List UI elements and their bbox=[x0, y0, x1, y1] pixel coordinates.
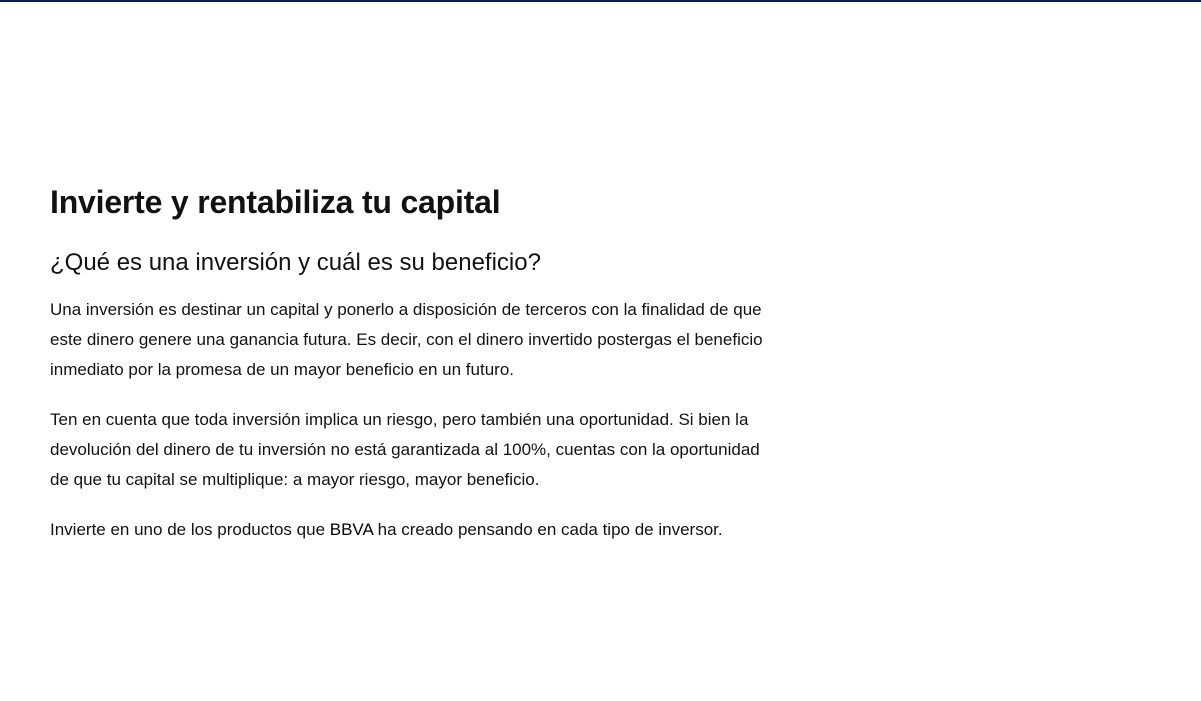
top-border-line bbox=[0, 0, 1201, 2]
products-paragraph: Invierte en uno de los productos que BBV… bbox=[50, 515, 780, 545]
brand-name: BBVA bbox=[329, 520, 373, 539]
risk-paragraph: Ten en cuenta que toda inversión implica… bbox=[50, 410, 760, 489]
section-subtitle: ¿Qué es una inversión y cuál es su benef… bbox=[50, 249, 541, 276]
products-paragraph-text-end: ha creado pensando en cada tipo de inver… bbox=[372, 520, 723, 539]
intro-paragraph: Una inversión es destinar un capital y p… bbox=[50, 300, 763, 379]
products-paragraph-text-start: Invierte en uno de los productos que bbox=[50, 520, 330, 539]
page-title: Invierte y rentabiliza tu capital bbox=[50, 184, 501, 220]
main-content: Invierte y rentabiliza tu capital ¿Qué e… bbox=[50, 180, 780, 545]
